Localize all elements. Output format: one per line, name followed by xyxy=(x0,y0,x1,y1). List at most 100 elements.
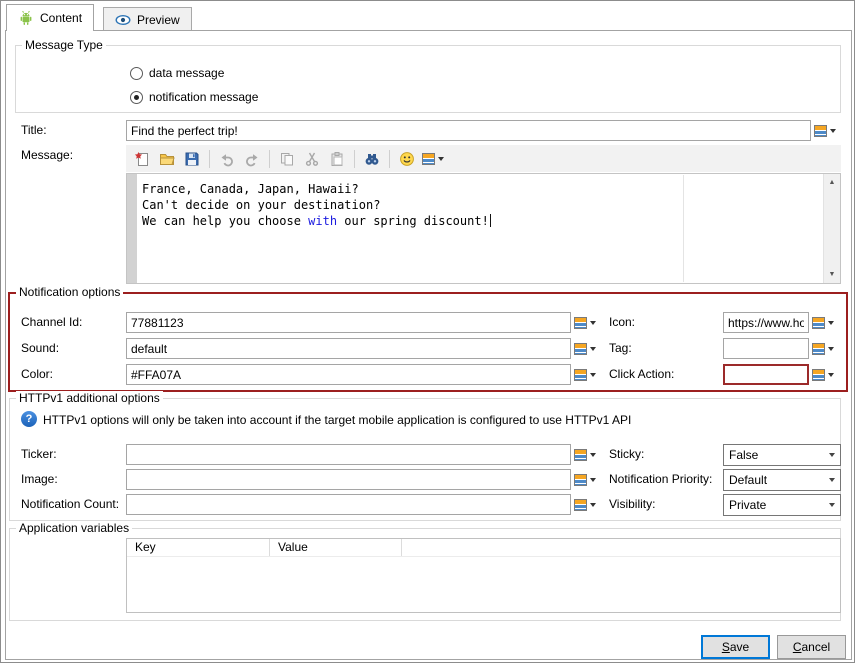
highlighted-word: with xyxy=(308,214,338,228)
application-variables-legend: Application variables xyxy=(16,521,133,535)
copy-button[interactable] xyxy=(275,147,299,170)
notification-priority-value: Default xyxy=(729,473,768,487)
radio-notification-message-label[interactable]: notification message xyxy=(149,90,258,104)
chevron-down-icon xyxy=(590,321,596,325)
color-input[interactable] xyxy=(126,364,571,385)
notification-count-input[interactable] xyxy=(126,494,571,515)
icon-input[interactable] xyxy=(723,312,809,333)
save-file-button[interactable] xyxy=(180,147,204,170)
sound-insert-variable-button[interactable] xyxy=(574,340,601,358)
sticky-label: Sticky: xyxy=(609,447,645,461)
tab-content[interactable]: Content xyxy=(6,4,95,31)
redo-button[interactable] xyxy=(240,147,264,170)
scroll-up-icon[interactable] xyxy=(824,174,840,191)
undo-button[interactable] xyxy=(215,147,239,170)
tab-preview[interactable]: Preview xyxy=(103,7,192,31)
push-message-dialog: Preview Content Message Type data messag… xyxy=(0,0,855,663)
sticky-combobox[interactable]: False xyxy=(723,444,841,466)
radio-circle-icon[interactable] xyxy=(130,66,143,80)
chevron-down-icon xyxy=(590,347,596,351)
chevron-down-icon xyxy=(830,129,836,133)
ticker-insert-variable-button[interactable] xyxy=(574,446,601,464)
icon-insert-variable-button[interactable] xyxy=(812,314,839,332)
notification-count-label: Notification Count: xyxy=(21,497,120,511)
channel-id-input[interactable] xyxy=(126,312,571,333)
chevron-down-icon xyxy=(590,373,596,377)
insert-variable-icon xyxy=(812,343,825,355)
open-folder-icon xyxy=(160,153,175,165)
sticky-value: False xyxy=(729,448,759,462)
insert-variable-icon xyxy=(814,125,827,137)
new-document-button[interactable] xyxy=(130,147,154,170)
table-header: Key Value xyxy=(127,539,840,557)
title-input[interactable] xyxy=(126,120,811,141)
image-insert-variable-button[interactable] xyxy=(574,471,601,489)
insert-variable-icon xyxy=(574,317,587,329)
tab-preview-label: Preview xyxy=(137,12,180,27)
tag-input[interactable] xyxy=(723,338,809,359)
message-text[interactable]: France, Canada, Japan, Hawaii? Can't dec… xyxy=(142,181,818,229)
ticker-input[interactable] xyxy=(126,444,571,465)
icon-label: Icon: xyxy=(609,315,636,329)
insert-variable-icon xyxy=(422,152,435,165)
insert-variable-icon xyxy=(812,369,825,381)
application-variables-table: Key Value xyxy=(126,538,841,613)
editor-gutter xyxy=(127,174,137,283)
channel-id-insert-variable-button[interactable] xyxy=(574,314,601,332)
message-toolbar xyxy=(126,145,841,172)
toolbar-separator xyxy=(354,149,355,168)
right-margin-guide xyxy=(683,175,684,282)
insert-variable-icon xyxy=(574,474,587,486)
chevron-down-icon xyxy=(829,453,835,457)
chevron-down-icon xyxy=(829,503,835,507)
emoticon-button[interactable] xyxy=(395,147,419,170)
message-insert-variable-button[interactable] xyxy=(420,147,446,170)
paste-button[interactable] xyxy=(325,147,349,170)
click-action-input[interactable] xyxy=(723,364,809,385)
click-action-insert-variable-button[interactable] xyxy=(812,366,839,384)
editor-scrollbar[interactable] xyxy=(823,174,840,283)
sound-input[interactable] xyxy=(126,338,571,359)
insert-variable-icon xyxy=(574,369,587,381)
message-editor[interactable]: France, Canada, Japan, Hawaii? Can't dec… xyxy=(126,173,841,284)
help-icon: ? xyxy=(21,411,37,427)
redo-icon xyxy=(246,153,258,166)
radio-data-message-label[interactable]: data message xyxy=(149,66,224,80)
find-button[interactable] xyxy=(360,147,384,170)
save-icon xyxy=(185,152,199,165)
title-label: Title: xyxy=(21,123,47,137)
insert-variable-icon xyxy=(574,449,587,461)
notification-count-insert-variable-button[interactable] xyxy=(574,496,601,514)
copy-icon xyxy=(281,152,293,165)
new-document-icon xyxy=(134,151,148,166)
message-line: France, Canada, Japan, Hawaii? xyxy=(142,182,359,196)
title-insert-variable-button[interactable] xyxy=(814,122,841,140)
android-icon xyxy=(18,10,34,26)
cut-icon xyxy=(305,152,319,166)
visibility-combobox[interactable]: Private xyxy=(723,494,841,516)
toolbar-separator xyxy=(389,149,390,168)
radio-data-message[interactable]: data message xyxy=(130,65,224,81)
scroll-down-icon[interactable] xyxy=(824,266,840,283)
save-button[interactable]: Save xyxy=(701,635,770,659)
click-action-label: Click Action: xyxy=(609,367,675,381)
column-header-value[interactable]: Value xyxy=(270,539,402,556)
cut-button[interactable] xyxy=(300,147,324,170)
radio-circle-checked-icon[interactable] xyxy=(130,90,143,104)
tag-insert-variable-button[interactable] xyxy=(812,340,839,358)
radio-notification-message[interactable]: notification message xyxy=(130,89,258,105)
tag-label: Tag: xyxy=(609,341,632,355)
image-input[interactable] xyxy=(126,469,571,490)
find-binoculars-icon xyxy=(365,153,379,165)
column-header-empty[interactable] xyxy=(402,539,840,556)
open-file-button[interactable] xyxy=(155,147,179,170)
tab-content-label: Content xyxy=(40,11,83,25)
table-body[interactable] xyxy=(127,557,840,612)
color-insert-variable-button[interactable] xyxy=(574,366,601,384)
column-header-key[interactable]: Key xyxy=(127,539,270,556)
notification-priority-combobox[interactable]: Default xyxy=(723,469,841,491)
chevron-down-icon xyxy=(829,478,835,482)
chevron-down-icon xyxy=(590,478,596,482)
cancel-button[interactable]: Cancel xyxy=(777,635,846,659)
chevron-down-icon xyxy=(438,156,444,161)
